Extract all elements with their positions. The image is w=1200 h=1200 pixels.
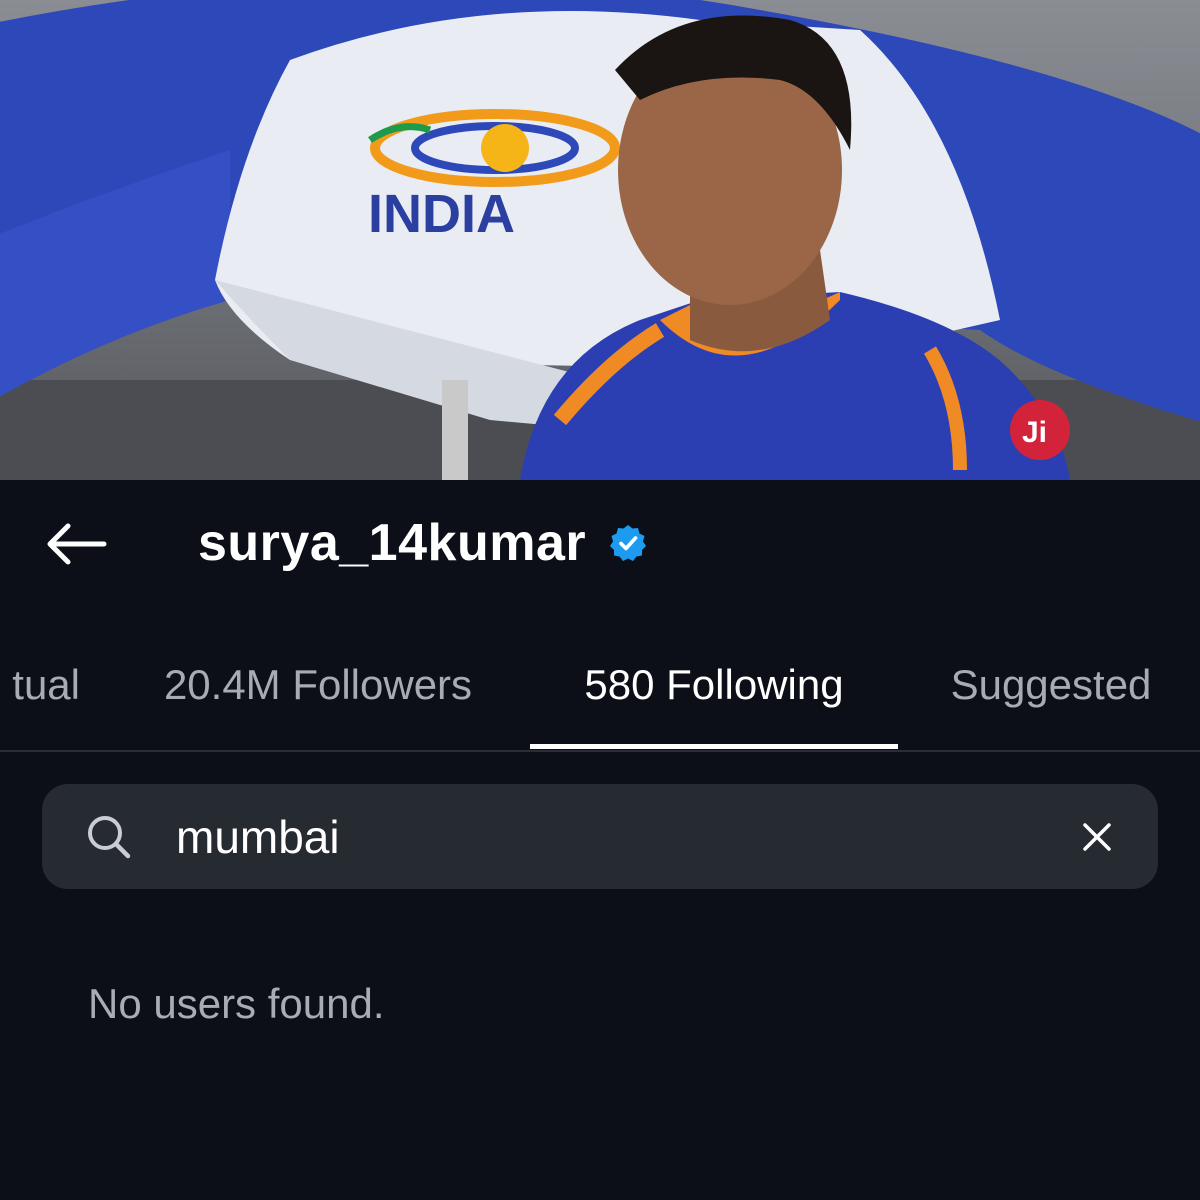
tab-following[interactable]: 580 Following (530, 640, 898, 730)
cover-photo-illustration: INDIA Ji (0, 0, 1200, 480)
active-tab-indicator (530, 744, 898, 749)
profile-title: surya_14kumar (198, 508, 648, 578)
close-icon (1083, 823, 1111, 851)
verified-badge-icon (610, 525, 647, 561)
username: surya_14kumar (198, 514, 587, 572)
tab-label: tual (12, 661, 80, 708)
cover-photo: INDIA Ji (0, 0, 1200, 480)
svg-text:Ji: Ji (1022, 416, 1047, 449)
arrow-left-icon (47, 523, 107, 565)
tab-suggested[interactable]: Suggested (918, 640, 1184, 730)
tab-label: Suggested (950, 661, 1152, 708)
tab-label: 580 Following (584, 661, 844, 708)
tab-label: 20.4M Followers (163, 661, 473, 708)
follow-tabs: tual 20.4M Followers 580 Following Sugge… (0, 640, 1200, 752)
umbrella-text: INDIA (368, 184, 515, 244)
search-input[interactable] (176, 804, 1036, 870)
tab-mutual[interactable]: tual (0, 640, 80, 730)
clear-search-button[interactable] (1074, 814, 1120, 860)
search-icon (88, 816, 131, 859)
tab-followers[interactable]: 20.4M Followers (120, 640, 516, 730)
empty-state-message: No users found. (88, 980, 385, 1027)
back-button[interactable] (36, 512, 116, 576)
